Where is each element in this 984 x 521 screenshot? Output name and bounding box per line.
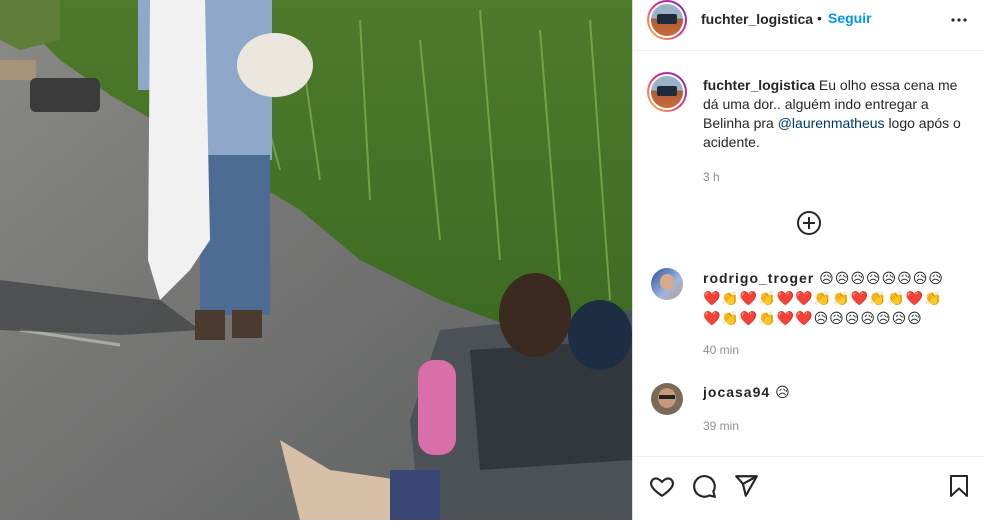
comment-icon[interactable] — [691, 473, 717, 499]
caption: fuchter_logistica Eu olho essa cena me d… — [703, 76, 973, 152]
caption-mention[interactable]: @laurenmatheus — [778, 115, 885, 131]
header-separator: • — [817, 10, 822, 26]
comment-time[interactable]: 40 min — [703, 343, 739, 357]
caption-avatar[interactable] — [647, 72, 687, 112]
comment-time[interactable]: 39 min — [703, 419, 739, 433]
heart-icon[interactable] — [649, 473, 675, 499]
comment-jocasa: jocasa94 😥 — [703, 382, 791, 402]
comment-text-line2: ❤️👏❤️👏❤️❤️👏👏❤️👏👏❤️👏 — [703, 290, 943, 306]
header-username[interactable]: fuchter_logistica — [701, 11, 813, 27]
plus-circle-icon[interactable] — [796, 210, 822, 236]
caption-time[interactable]: 3 h — [703, 170, 720, 184]
bookmark-icon[interactable] — [947, 473, 971, 499]
comment-username[interactable]: jocasa94 — [703, 384, 770, 400]
comment-text: 😥 — [775, 384, 791, 400]
comment-text-line3: ❤️👏❤️👏❤️❤️😥😥😥😥😥😥😥 — [703, 310, 923, 326]
paper-plane-icon[interactable] — [733, 473, 759, 499]
follow-button[interactable]: Seguir — [828, 10, 872, 26]
comment-username[interactable]: rodrigo_troger — [703, 270, 814, 286]
action-bar — [633, 456, 984, 521]
post-photo-scene — [0, 0, 632, 520]
post-sidebar: fuchter_logistica • Seguir fuchter_logis… — [632, 0, 984, 520]
caption-username[interactable]: fuchter_logistica — [703, 77, 815, 93]
header-avatar[interactable] — [647, 0, 687, 40]
more-horizontal-icon[interactable] — [947, 8, 971, 32]
post-photo[interactable] — [0, 0, 632, 520]
comment-avatar-jocasa[interactable] — [651, 383, 683, 415]
comment-rodrigo: rodrigo_troger 😥😥😥😥😥😥😥😥 ❤️👏❤️👏❤️❤️👏👏❤️👏👏… — [703, 268, 973, 328]
post-header: fuchter_logistica • Seguir — [633, 0, 984, 51]
comment-text: 😥😥😥😥😥😥😥😥 — [819, 270, 944, 286]
comment-avatar-rodrigo[interactable] — [651, 268, 683, 300]
